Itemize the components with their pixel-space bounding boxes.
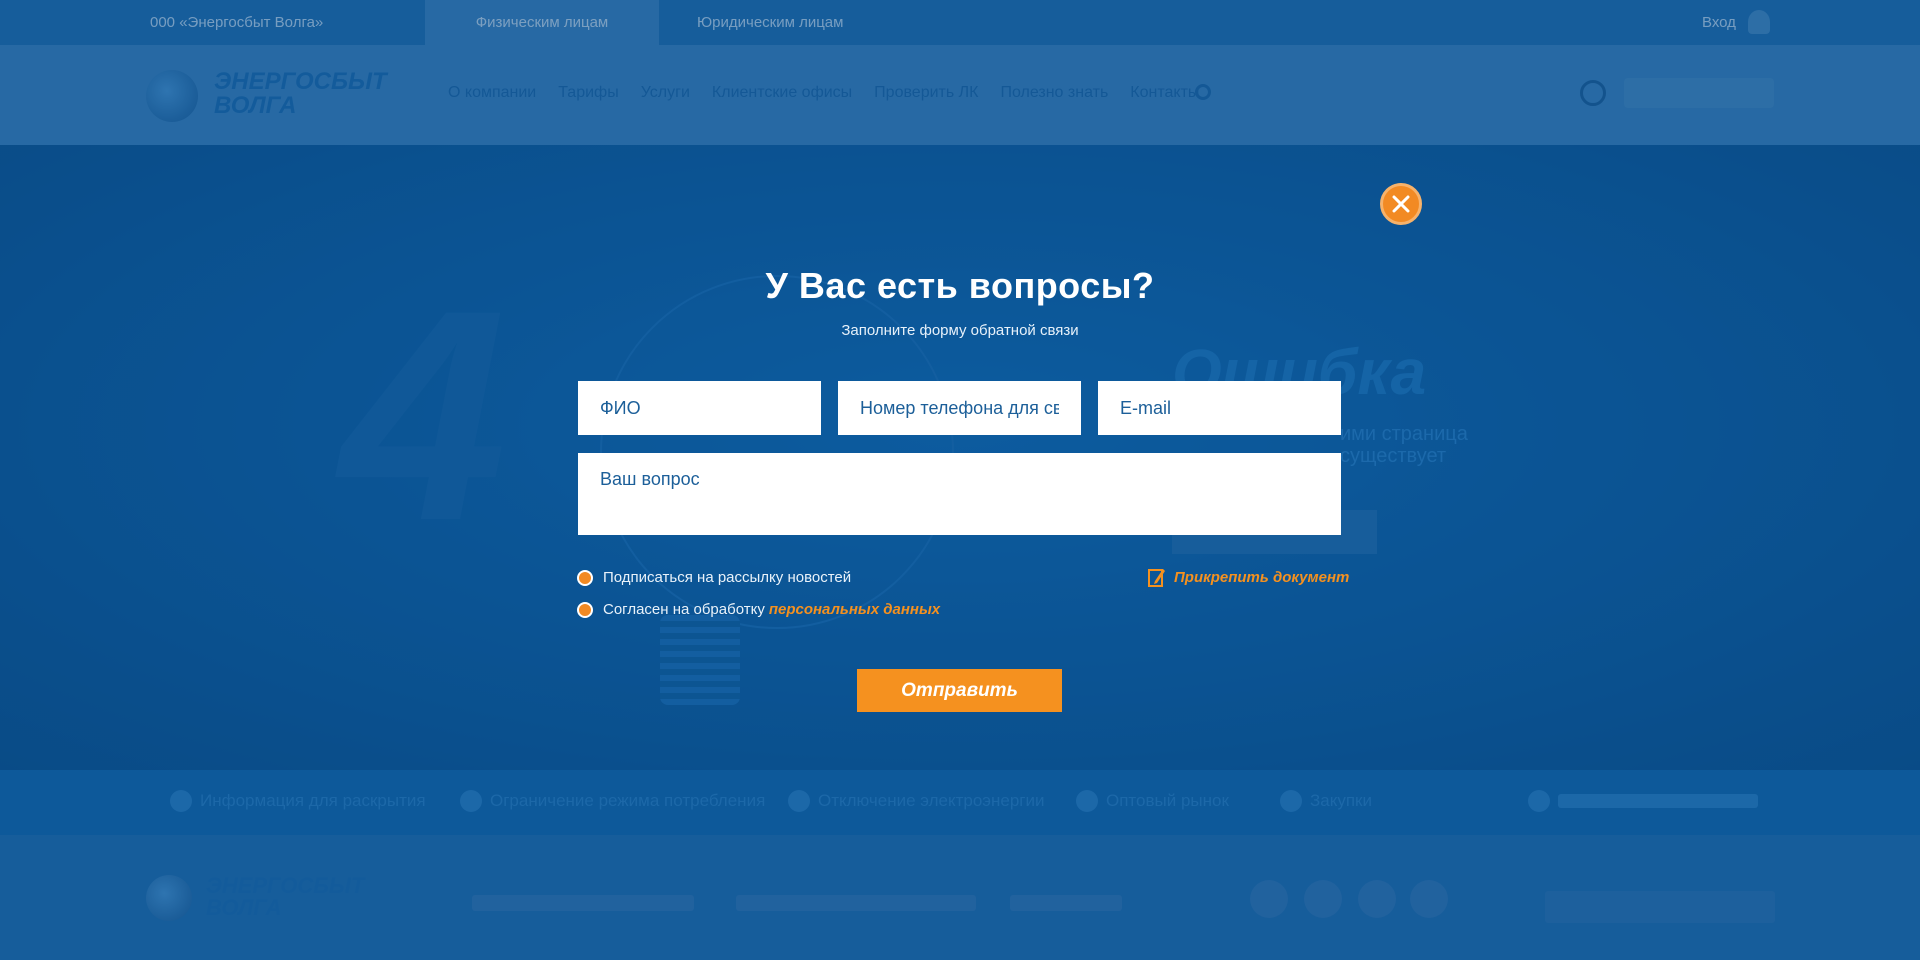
- subscribe-label: Подписаться на рассылку новостей: [603, 569, 852, 586]
- name-field[interactable]: [578, 381, 821, 435]
- email-field[interactable]: [1098, 381, 1341, 435]
- personal-data-link[interactable]: персональных данных: [769, 601, 940, 618]
- attach-document[interactable]: Прикрепить документ: [1148, 567, 1349, 587]
- subscribe-option[interactable]: Подписаться на рассылку новостей: [577, 569, 851, 586]
- attach-document-label: Прикрепить документ: [1174, 568, 1350, 586]
- subscribe-radio[interactable]: [577, 569, 593, 586]
- consent-label: Согласен на обработку: [603, 601, 765, 618]
- modal-title: У Вас есть вопросы?: [765, 265, 1155, 306]
- question-field[interactable]: [578, 453, 1341, 535]
- consent-radio[interactable]: [577, 601, 593, 618]
- phone-field[interactable]: [838, 381, 1081, 435]
- attach-document-icon: [1148, 569, 1165, 587]
- close-button[interactable]: [1380, 183, 1422, 225]
- consent-option[interactable]: Согласен на обработку персональных данны…: [577, 601, 940, 618]
- close-icon: [1392, 195, 1410, 213]
- submit-button[interactable]: Отправить: [857, 669, 1062, 712]
- modal-subtitle: Заполните форму обратной связи: [841, 322, 1079, 339]
